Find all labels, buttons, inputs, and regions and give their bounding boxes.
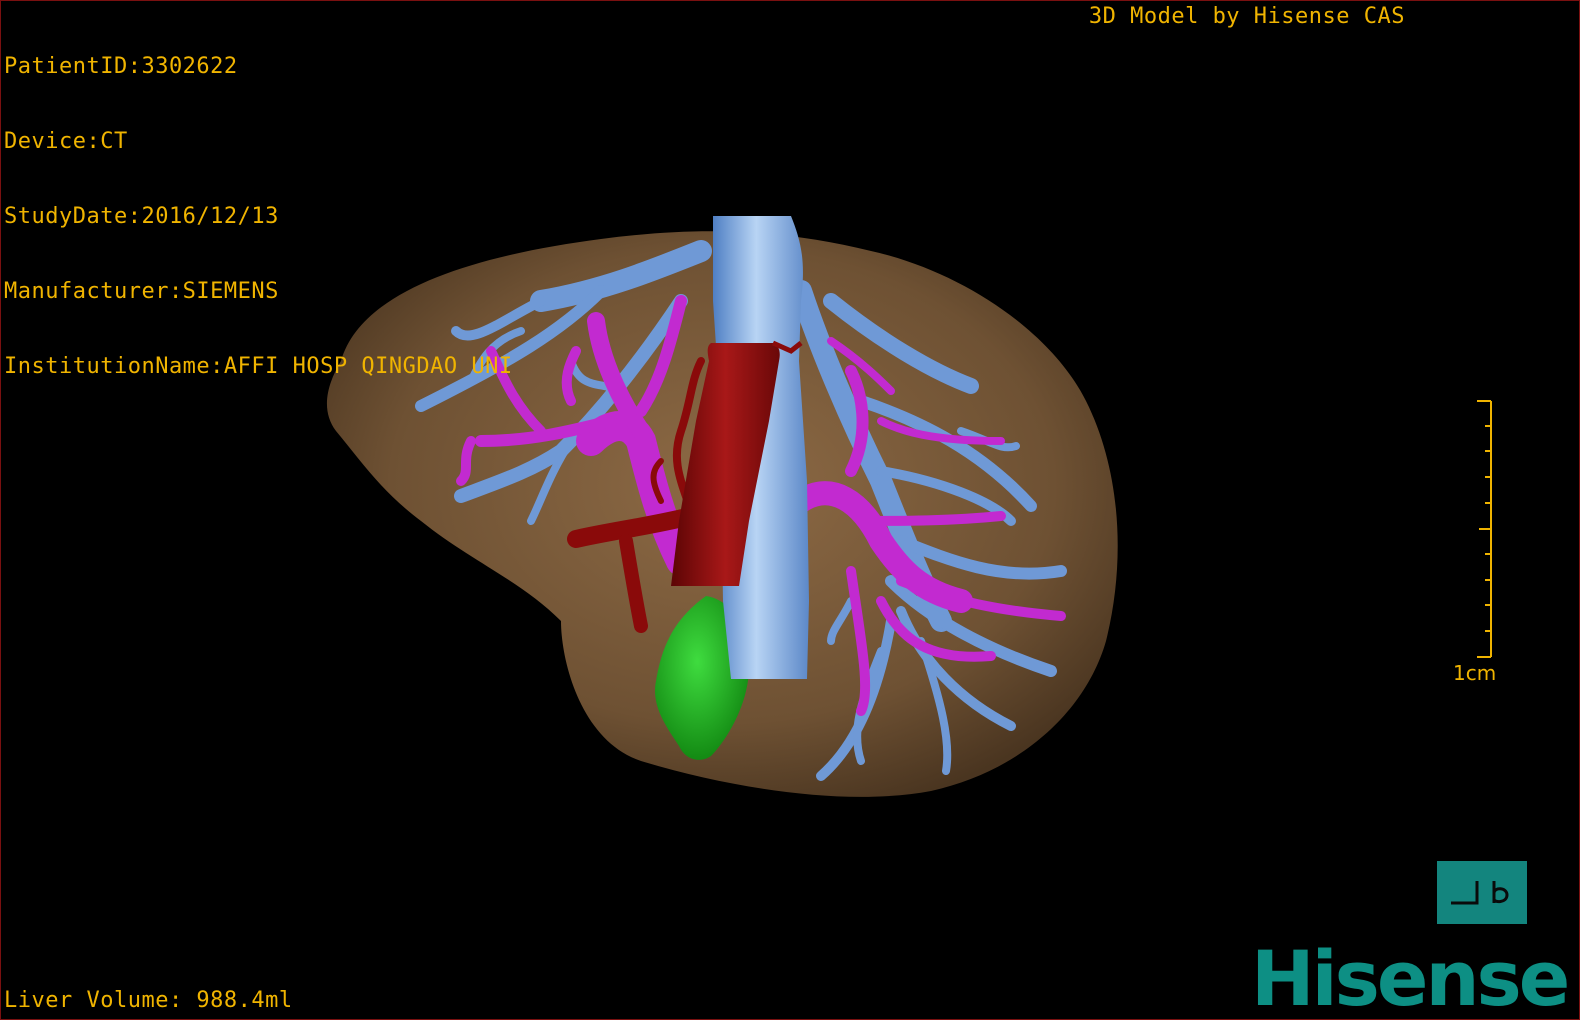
institution-name: InstitutionName:AFFI HOSP QINGDAO UNI (4, 354, 513, 379)
hisense-logo: Hisense (1251, 934, 1570, 1020)
scale-label: 1cm (1453, 661, 1497, 685)
study-date: StudyDate:2016/12/13 (4, 204, 279, 229)
device: Device:CT (4, 129, 128, 154)
manufacturer: Manufacturer:SIEMENS (4, 279, 279, 304)
3d-viewport[interactable]: PatientID:3302622 Device:CT StudyDate:20… (0, 0, 1580, 1020)
liver-volume: Liver Volume: 988.4ml (4, 988, 293, 1013)
orientation-icon (1451, 881, 1509, 905)
model-label: 3D Model by Hisense CAS (1088, 4, 1405, 29)
view-orientation-button[interactable] (1437, 861, 1527, 924)
scale-bar (1477, 400, 1492, 658)
patient-info-overlay: PatientID:3302622 Device:CT StudyDate:20… (4, 4, 513, 429)
patient-id: PatientID:3302622 (4, 54, 238, 79)
